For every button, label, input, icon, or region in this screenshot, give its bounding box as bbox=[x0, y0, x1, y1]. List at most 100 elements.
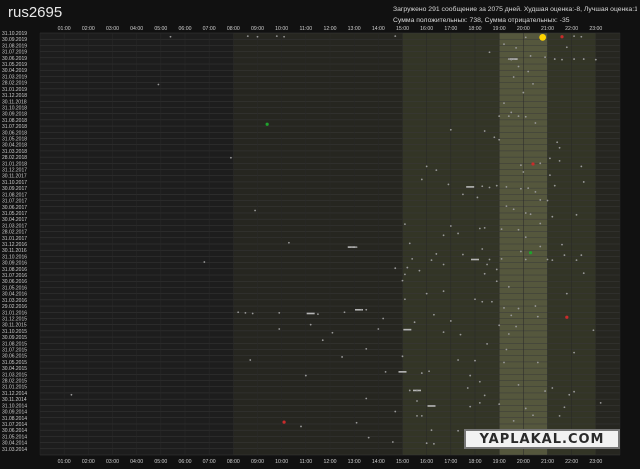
x-tick-label-bottom: 08:00 bbox=[227, 459, 240, 465]
message-point bbox=[522, 91, 525, 94]
message-point bbox=[573, 351, 575, 354]
message-point bbox=[549, 174, 551, 177]
message-point bbox=[435, 169, 438, 172]
message-point bbox=[237, 311, 240, 314]
y-tick-label: 30.09.2019 bbox=[2, 37, 27, 43]
message-point bbox=[462, 253, 464, 256]
message-point bbox=[524, 258, 527, 261]
message-point bbox=[515, 325, 517, 328]
y-tick-label: 31.12.2016 bbox=[2, 242, 27, 248]
message-point bbox=[401, 355, 404, 358]
message-point bbox=[230, 156, 232, 159]
y-tick-label: 31.08.2018 bbox=[2, 118, 27, 124]
message-point bbox=[532, 82, 534, 85]
message-point bbox=[556, 141, 559, 144]
x-tick-label-top: 19:00 bbox=[493, 26, 506, 32]
message-point bbox=[406, 266, 409, 269]
message-point bbox=[418, 269, 421, 272]
message-point bbox=[282, 420, 286, 424]
message-cluster-mark bbox=[306, 312, 315, 315]
message-point bbox=[544, 56, 546, 59]
message-cluster-mark bbox=[427, 405, 436, 407]
y-tick-label: 31.03.2018 bbox=[2, 149, 27, 155]
y-tick-label: 31.08.2014 bbox=[2, 416, 27, 422]
message-point bbox=[408, 242, 411, 245]
message-point bbox=[551, 259, 554, 262]
message-point bbox=[488, 51, 491, 54]
y-tick-label: 31.07.2017 bbox=[2, 199, 27, 205]
message-point bbox=[503, 361, 505, 364]
y-tick-label: 31.07.2014 bbox=[2, 422, 27, 428]
message-point bbox=[517, 115, 520, 118]
y-tick-label: 31.03.2015 bbox=[2, 372, 27, 378]
y-tick-label: 31.08.2015 bbox=[2, 341, 27, 347]
message-point bbox=[505, 348, 508, 351]
x-tick-label-bottom: 12:00 bbox=[324, 459, 337, 465]
message-point bbox=[249, 359, 252, 361]
y-tick-label: 31.03.2019 bbox=[2, 74, 27, 80]
x-tick-label-top: 12:00 bbox=[324, 26, 337, 32]
message-point bbox=[404, 298, 406, 301]
x-tick-label-bottom: 20:00 bbox=[517, 459, 530, 465]
message-point bbox=[481, 248, 484, 250]
x-tick-label-top: 09:00 bbox=[251, 26, 264, 32]
y-tick-label: 31.12.2014 bbox=[2, 391, 27, 397]
message-point bbox=[355, 246, 358, 249]
message-point bbox=[524, 36, 527, 39]
message-point bbox=[546, 258, 549, 261]
y-tick-label: 31.10.2017 bbox=[2, 180, 27, 186]
message-point bbox=[265, 122, 269, 126]
x-tick-label-top: 02:00 bbox=[82, 26, 95, 32]
message-point bbox=[317, 313, 319, 316]
message-point bbox=[420, 372, 423, 374]
message-point bbox=[510, 58, 513, 61]
message-point bbox=[394, 35, 397, 38]
message-point bbox=[553, 58, 556, 60]
message-point bbox=[476, 196, 479, 199]
message-point bbox=[528, 251, 533, 255]
y-tick-label: 31.10.2015 bbox=[2, 329, 27, 335]
message-point bbox=[404, 223, 406, 226]
x-tick-label-bottom: 17:00 bbox=[444, 459, 457, 465]
message-point bbox=[394, 267, 397, 270]
message-point bbox=[278, 328, 281, 330]
message-point bbox=[288, 241, 290, 244]
message-point bbox=[394, 410, 397, 413]
x-tick-label-bottom: 18:00 bbox=[469, 459, 482, 465]
message-point bbox=[536, 315, 539, 318]
message-point bbox=[449, 128, 452, 131]
message-point bbox=[524, 236, 527, 239]
best-rated-message-point bbox=[539, 33, 547, 41]
x-tick-label-top: 22:00 bbox=[565, 26, 578, 32]
x-tick-label-top: 04:00 bbox=[130, 26, 143, 32]
x-tick-label-bottom: 03:00 bbox=[106, 459, 119, 465]
y-tick-label: 30.04.2016 bbox=[2, 292, 27, 298]
message-point bbox=[520, 164, 522, 167]
message-point bbox=[558, 159, 561, 162]
y-tick-label: 31.01.2017 bbox=[2, 236, 27, 242]
y-tick-label: 31.01.2015 bbox=[2, 385, 27, 391]
y-tick-label: 31.10.2014 bbox=[2, 403, 27, 409]
message-point bbox=[474, 298, 476, 301]
y-tick-label: 30.04.2017 bbox=[2, 217, 27, 223]
x-tick-label-bottom: 22:00 bbox=[565, 459, 578, 465]
message-point bbox=[251, 312, 254, 315]
x-tick-label-top: 03:00 bbox=[106, 26, 119, 32]
message-point bbox=[350, 246, 353, 249]
y-tick-label: 30.06.2017 bbox=[2, 205, 27, 211]
message-point bbox=[425, 442, 428, 445]
x-tick-label-top: 20:00 bbox=[517, 26, 530, 32]
x-tick-label-top: 10:00 bbox=[275, 26, 288, 32]
x-tick-label-top: 17:00 bbox=[444, 26, 457, 32]
x-tick-label-top: 15:00 bbox=[396, 26, 409, 32]
y-tick-label: 30.09.2016 bbox=[2, 261, 27, 267]
message-point bbox=[539, 222, 542, 225]
x-tick-label-top: 01:00 bbox=[58, 26, 71, 32]
message-point bbox=[343, 311, 346, 314]
message-point bbox=[544, 390, 546, 392]
message-point bbox=[529, 55, 532, 57]
y-tick-label: 31.10.2018 bbox=[2, 105, 27, 111]
x-tick-label-bottom: 21:00 bbox=[541, 459, 554, 465]
y-tick-label: 31.05.2017 bbox=[2, 211, 27, 217]
x-tick-label-bottom: 19:00 bbox=[493, 459, 506, 465]
